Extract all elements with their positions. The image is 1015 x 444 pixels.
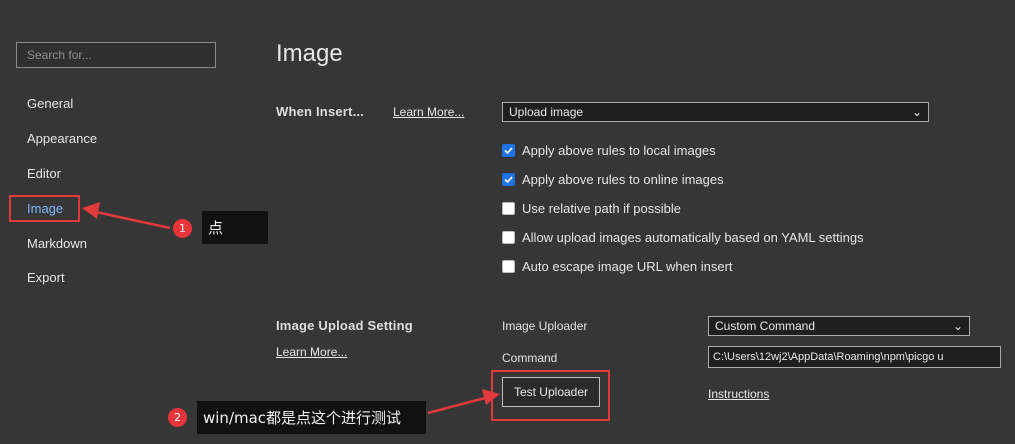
callout-2: win/mac都是点这个进行测试 [197,401,426,434]
arrow-to-image-item [82,202,171,230]
arrow-to-test-uploader [427,389,500,415]
annotation-arrows [82,202,500,415]
callout-1: 点 [202,211,268,244]
step-badge-1: 1 [173,219,192,238]
step-badge-2: 2 [168,408,187,427]
